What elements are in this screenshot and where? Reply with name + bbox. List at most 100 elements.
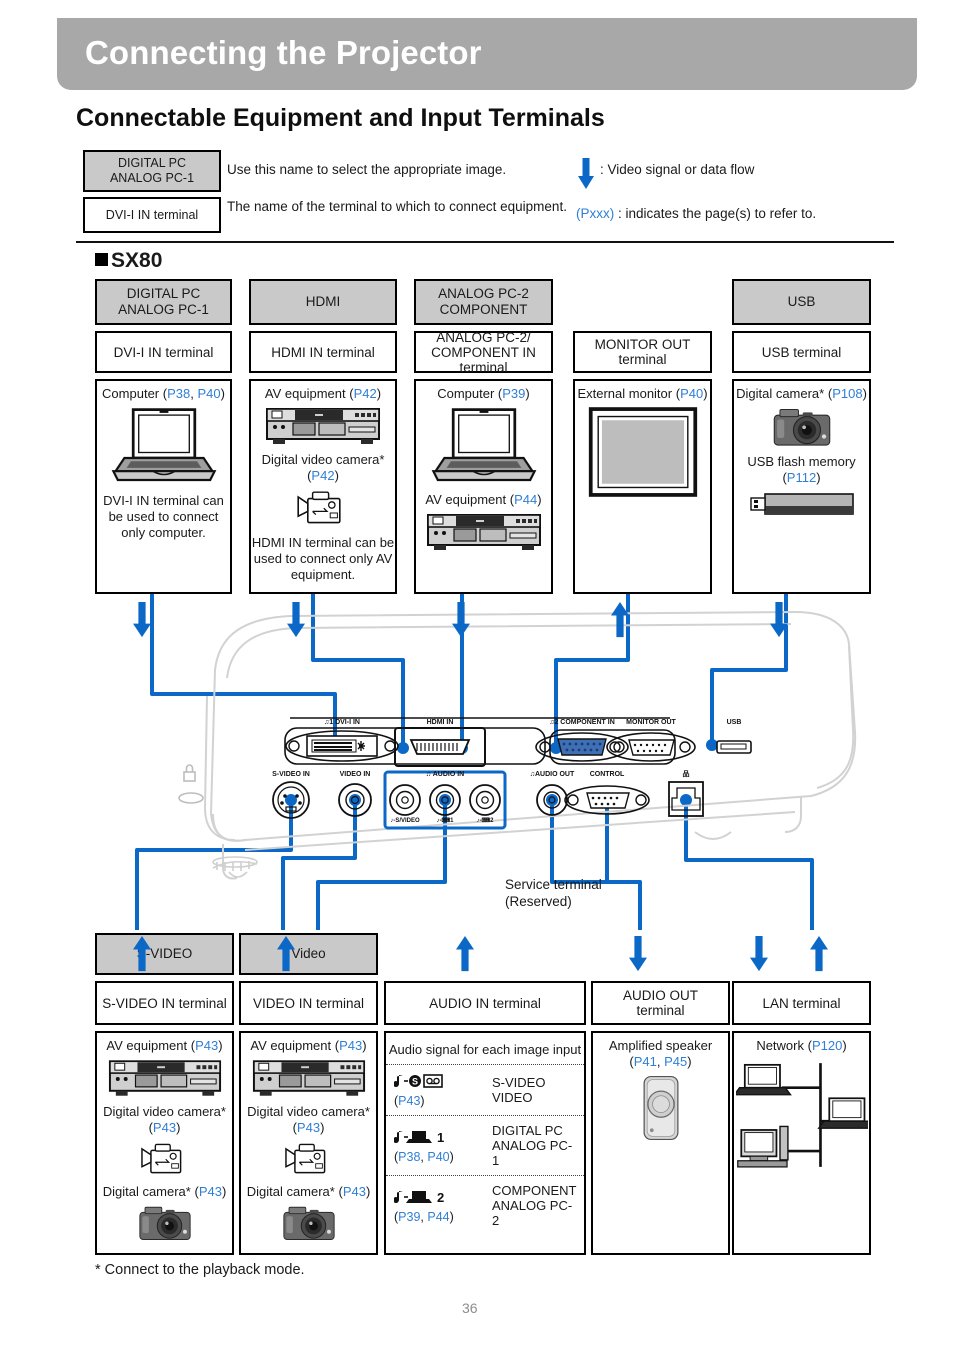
page-reference[interactable]: P45 (664, 1054, 687, 1069)
terminal-name-box-4: USB terminal (732, 331, 871, 373)
terminal-name-label-line: COMPONENT IN (431, 344, 536, 360)
legend-name-line2: ANALOG PC-1 (109, 171, 195, 185)
page-reference[interactable]: P43 (153, 1120, 176, 1135)
bottom-column-header-label: Video (291, 946, 325, 962)
flow-arrow-up-icon (810, 936, 828, 972)
audio-mapping-row: S (P43) S-VIDEO VIDEO (386, 1064, 584, 1115)
legend-arrow-desc: : Video signal or data flow (600, 162, 755, 177)
control-port (564, 785, 650, 815)
equipment-label: Digital video camera* (P42) (261, 452, 385, 483)
av-deck-icon (108, 1060, 221, 1096)
flow-arrow-down-icon (750, 936, 768, 972)
page-reference[interactable]: P43 (297, 1120, 320, 1135)
page-reference[interactable]: P40 (680, 386, 703, 401)
column-header-label-line: ANALOG PC-2 (438, 286, 529, 301)
dslr-camera-icon (138, 1206, 191, 1240)
page-reference[interactable]: P44 (427, 1210, 449, 1224)
page-reference[interactable]: P43 (195, 1038, 218, 1053)
bottom-terminal-name-label-line: terminal (636, 1003, 685, 1018)
page-reference[interactable]: P40 (197, 386, 220, 401)
page-reference[interactable]: P38 (398, 1150, 420, 1164)
page-reference[interactable]: P42 (354, 386, 377, 401)
page-reference[interactable]: P39 (398, 1210, 420, 1224)
bottom-terminal-name-box-0: S-VIDEO IN terminal (95, 981, 234, 1025)
av-deck-icon (252, 1060, 365, 1096)
terminal-name-box-1: HDMI IN terminal (249, 331, 397, 373)
terminal-name-box-3: MONITOR OUT terminal (573, 331, 712, 373)
page-reference[interactable]: P41 (634, 1054, 657, 1069)
equipment-box-0: Computer (P38, P40) DVI-I IN terminal ca… (95, 379, 232, 594)
page-reference[interactable]: P42 (311, 468, 334, 483)
legend-name-line1: DIGITAL PC (117, 156, 187, 170)
column-header-label-line: COMPONENT (439, 302, 528, 317)
terminal-name-label: USB terminal (762, 345, 842, 360)
panel-sub-1: ♪-⌨1 (437, 817, 455, 824)
equipment-label: Computer (P39) (437, 386, 530, 401)
page-title-bar: Connecting the Projector (57, 18, 917, 90)
audio-mapping-row: 2 (P39, P44) COMPONENT ANALOG PC-2 (386, 1175, 584, 1235)
bottom-terminal-name-label-line: VIDEO IN terminal (252, 995, 365, 1011)
bottom-terminal-name-label: AUDIO OUT terminal (623, 988, 698, 1018)
page-reference[interactable]: P112 (787, 470, 816, 485)
audio-mapping-icon-group: 1 (P38, P40) (393, 1128, 486, 1164)
audio-mapping-name: DIGITAL PC (492, 1123, 563, 1138)
bottom-terminal-name-label-line: S-VIDEO IN terminal (102, 995, 227, 1011)
panel-sub-2: ♪-⌨2 (477, 817, 495, 824)
panel-label-monitor: MONITOR OUT (626, 719, 676, 726)
bottom-terminal-name-label-line: LAN terminal (762, 995, 841, 1011)
page-reference[interactable]: P43 (339, 1038, 362, 1053)
equipment-label: External monitor (P40) (577, 386, 708, 401)
column-header-2: ANALOG PC-2 COMPONENT (414, 279, 553, 325)
dvi-i-in-port (285, 730, 399, 762)
bottom-terminal-name-label: LAN terminal (762, 996, 840, 1011)
flow-arrow-up-icon (611, 602, 629, 638)
flow-arrow-down-icon (770, 602, 788, 638)
bottom-equipment-box-3: Amplified speaker (P41, P45) (591, 1031, 730, 1255)
panel-label-svideo: S-VIDEO IN (272, 771, 310, 778)
page-reference[interactable]: P44 (514, 492, 537, 507)
audio-mapping-name: S-VIDEO (492, 1075, 546, 1090)
flow-arrow-down-icon (629, 936, 647, 972)
panel-label-lan: 品 (683, 769, 690, 778)
equipment-note: DVI-I IN terminal can be used to connect… (103, 493, 224, 540)
audio-mapping-pages: (P43) (394, 1094, 425, 1108)
page-reference[interactable]: P39 (502, 386, 525, 401)
page-reference[interactable]: P43 (398, 1094, 420, 1108)
column-header-label: DIGITAL PC ANALOG PC-1 (118, 286, 209, 318)
terminal-name-label: HDMI IN terminal (271, 345, 375, 360)
bottom-column-header-0: S-VIDEO (95, 933, 234, 975)
audio-pc1-icon: 1 (393, 1130, 444, 1145)
legend-desc-terminal: The name of the terminal to which to con… (227, 199, 567, 214)
legend-name-box: DIGITAL PC ANALOG PC-1 (83, 150, 221, 192)
equipment-label: Digital camera* (P108) (736, 386, 867, 401)
page-reference[interactable]: P38 (167, 386, 190, 401)
terminal-name-label-line: USB terminal (761, 344, 842, 360)
panel-label-usb: USB (727, 719, 742, 726)
av-deck-icon (266, 408, 380, 444)
page-reference[interactable]: P43 (343, 1184, 366, 1199)
usb-stick-icon (749, 493, 854, 515)
page-reference[interactable]: P108 (832, 386, 862, 401)
svg-text:2: 2 (437, 1190, 444, 1205)
equipment-box-2: Computer (P39) AV equipment (P44) (414, 379, 553, 594)
camcorder-icon (297, 491, 341, 524)
page-reference[interactable]: P43 (199, 1184, 222, 1199)
panel-label-video: VIDEO IN (340, 771, 371, 778)
footnote: * Connect to the playback mode. (95, 1262, 305, 1278)
bottom-equipment-box-0: AV equipment (P43) Digital video camera*… (95, 1031, 234, 1255)
bottom-terminal-name-label-line: AUDIO IN terminal (429, 995, 541, 1011)
column-header-4: USB (732, 279, 871, 325)
terminal-name-label-line: HDMI IN terminal (271, 344, 375, 360)
equipment-label: Digital video camera* (P43) (247, 1104, 370, 1135)
legend-pageref-desc: (Pxxx) : indicates the page(s) to refer … (576, 205, 816, 222)
page-reference[interactable]: P120 (812, 1038, 842, 1053)
bottom-equipment-box-1: AV equipment (P43) Digital video camera*… (239, 1031, 378, 1255)
audio-mapping-name: COMPONENT (492, 1183, 577, 1198)
bottom-equipment-box-4: Network (P120) (732, 1031, 871, 1255)
camcorder-icon (284, 1143, 325, 1174)
divider (76, 241, 894, 243)
page-reference[interactable]: P40 (427, 1150, 449, 1164)
laptop-icon (431, 408, 536, 482)
flow-arrow-down-icon (287, 602, 305, 638)
speaker-icon (643, 1075, 678, 1141)
